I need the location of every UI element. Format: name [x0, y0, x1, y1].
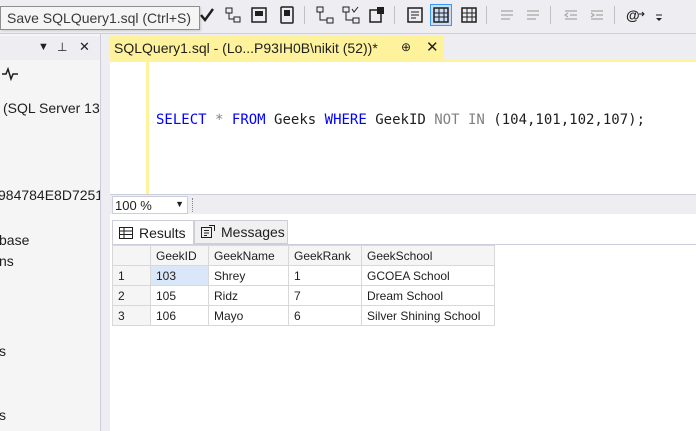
- results-to-file-icon[interactable]: [458, 4, 480, 26]
- zoom-value: 100 %: [115, 198, 152, 213]
- keyword-select: SELECT: [156, 112, 207, 128]
- editor-margin: [110, 62, 153, 194]
- change-tracking-bar: [146, 62, 149, 194]
- messages-icon: [201, 225, 215, 239]
- header-row: GeekID GeekName GeekRank GeekSchool: [112, 245, 495, 266]
- code-line-query[interactable]: SELECT * FROM Geeks WHERE GeekID NOT IN …: [156, 112, 645, 128]
- window-position-dropdown-icon[interactable]: ▼: [38, 41, 49, 53]
- keyword-not: NOT: [434, 112, 460, 128]
- table-cell[interactable]: Dream School: [361, 285, 495, 306]
- connection-id-label[interactable]: 984784E8D7251: [0, 187, 100, 203]
- live-statistics-icon[interactable]: [340, 4, 362, 26]
- toolbar-separator: [304, 6, 305, 24]
- column-header-geekname[interactable]: GeekName: [208, 245, 289, 266]
- results-tabs: Results Messages: [110, 214, 696, 244]
- keyword-in: IN: [467, 112, 485, 128]
- document-tab-strip: SQLQuery1.sql - (Lo...P93IH0B\nikit (52)…: [110, 34, 696, 60]
- table-cell[interactable]: 106: [150, 305, 209, 326]
- toolbar-overflow-icon[interactable]: [648, 4, 670, 26]
- explorer-node-s2[interactable]: s: [0, 407, 6, 423]
- table-cell[interactable]: Ridz: [208, 285, 289, 306]
- table-cell[interactable]: 6: [288, 305, 362, 326]
- row-number[interactable]: 3: [112, 305, 151, 326]
- corner-cell[interactable]: [112, 245, 151, 266]
- tab-results-label: Results: [139, 224, 186, 241]
- column-header-geekschool[interactable]: GeekSchool: [361, 245, 495, 266]
- row-number[interactable]: 1: [112, 265, 151, 286]
- scroll-grip[interactable]: [192, 198, 195, 212]
- table-cell[interactable]: Silver Shining School: [361, 305, 495, 326]
- activity-monitor-icon[interactable]: [2, 66, 18, 84]
- table-cell[interactable]: Mayo: [208, 305, 289, 326]
- table-cell[interactable]: Shrey: [208, 265, 289, 286]
- keyword-where: WHERE: [324, 112, 367, 128]
- results-table: GeekID GeekName GeekRank GeekSchool 1 10…: [112, 245, 495, 326]
- client-statistics-icon[interactable]: [366, 4, 388, 26]
- comment-lines-icon[interactable]: [496, 4, 518, 26]
- auto-hide-pin-icon[interactable]: ⊥: [57, 40, 67, 54]
- chevron-down-icon[interactable]: ▼: [175, 199, 184, 209]
- server-node-label[interactable]: (SQL Server 13: [3, 100, 100, 116]
- table-row: 3 106 Mayo 6 Silver Shining School: [112, 305, 495, 326]
- uncomment-lines-icon[interactable]: [522, 4, 544, 26]
- explorer-header: ▼ ⊥ ✕: [0, 36, 100, 60]
- toolbar-separator: [486, 6, 487, 24]
- tab-messages-label: Messages: [221, 224, 285, 240]
- toolbar-separator: [614, 6, 615, 24]
- increase-indent-icon[interactable]: [586, 4, 608, 26]
- toolbar-separator: [550, 6, 551, 24]
- keyword-from: FROM: [231, 112, 266, 128]
- table-cell[interactable]: 105: [150, 285, 209, 306]
- toolbar-separator: [394, 6, 395, 24]
- decrease-indent-icon[interactable]: [560, 4, 582, 26]
- column-header-geekid[interactable]: GeekID: [150, 245, 209, 266]
- specify-template-values-icon[interactable]: @: [624, 4, 646, 26]
- code-line-scrolled: SELECT * FROM Geeks WHERE GeekID NOT IN …: [156, 62, 679, 66]
- table-name: Geeks: [274, 112, 317, 128]
- explorer-toolbar: [0, 64, 100, 86]
- table-row: 2 105 Ridz 7 Dream School: [112, 285, 495, 306]
- svg-text:@: @: [626, 7, 640, 23]
- object-explorer: ▼ ⊥ ✕ (SQL Server 13 984784E8D7251 base …: [0, 34, 101, 431]
- document-tab-title: SQLQuery1.sql - (Lo...P93IH0B\nikit (52)…: [114, 40, 378, 56]
- grid-icon: [119, 226, 133, 239]
- column-name: GeekID: [375, 112, 426, 128]
- value-list: (104,101,102,107);: [493, 112, 645, 128]
- row-number[interactable]: 2: [112, 285, 151, 306]
- explorer-node-s1[interactable]: s: [0, 343, 6, 359]
- zoom-bar: 100 % ▼: [110, 194, 696, 214]
- intellisense-icon[interactable]: [276, 4, 298, 26]
- document-tab[interactable]: SQLQuery1.sql - (Lo...P93IH0B\nikit (52)…: [110, 36, 444, 60]
- display-plan-icon[interactable]: [222, 4, 244, 26]
- tab-results[interactable]: Results: [112, 220, 194, 244]
- query-editor[interactable]: SELECT * FROM Geeks WHERE GeekID NOT IN …: [110, 62, 696, 194]
- zoom-dropdown[interactable]: 100 % ▼: [112, 196, 188, 214]
- star-operator: *: [215, 112, 224, 128]
- results-grid[interactable]: GeekID GeekName GeekRank GeekSchool 1 10…: [112, 244, 696, 431]
- tab-close-icon[interactable]: ✕: [426, 38, 439, 56]
- query-options-icon[interactable]: [248, 4, 270, 26]
- tab-messages[interactable]: Messages: [194, 220, 288, 244]
- save-tooltip: Save SQLQuery1.sql (Ctrl+S): [0, 6, 201, 30]
- table-cell[interactable]: 7: [288, 285, 362, 306]
- pin-icon[interactable]: ⊕: [401, 40, 411, 54]
- table-cell[interactable]: 103: [150, 265, 209, 286]
- column-header-geekrank[interactable]: GeekRank: [288, 245, 362, 266]
- results-to-grid-icon[interactable]: [430, 4, 452, 26]
- results-to-text-icon[interactable]: [404, 4, 426, 26]
- table-cell[interactable]: GCOEA School: [361, 265, 495, 286]
- explorer-node-ns[interactable]: ns: [0, 253, 14, 269]
- explorer-close-icon[interactable]: ✕: [79, 39, 90, 55]
- table-cell[interactable]: 1: [288, 265, 362, 286]
- table-row: 1 103 Shrey 1 GCOEA School: [112, 265, 495, 286]
- splitter-gutter[interactable]: [101, 34, 110, 431]
- actual-plan-icon[interactable]: [314, 4, 336, 26]
- explorer-node-base[interactable]: base: [0, 232, 29, 248]
